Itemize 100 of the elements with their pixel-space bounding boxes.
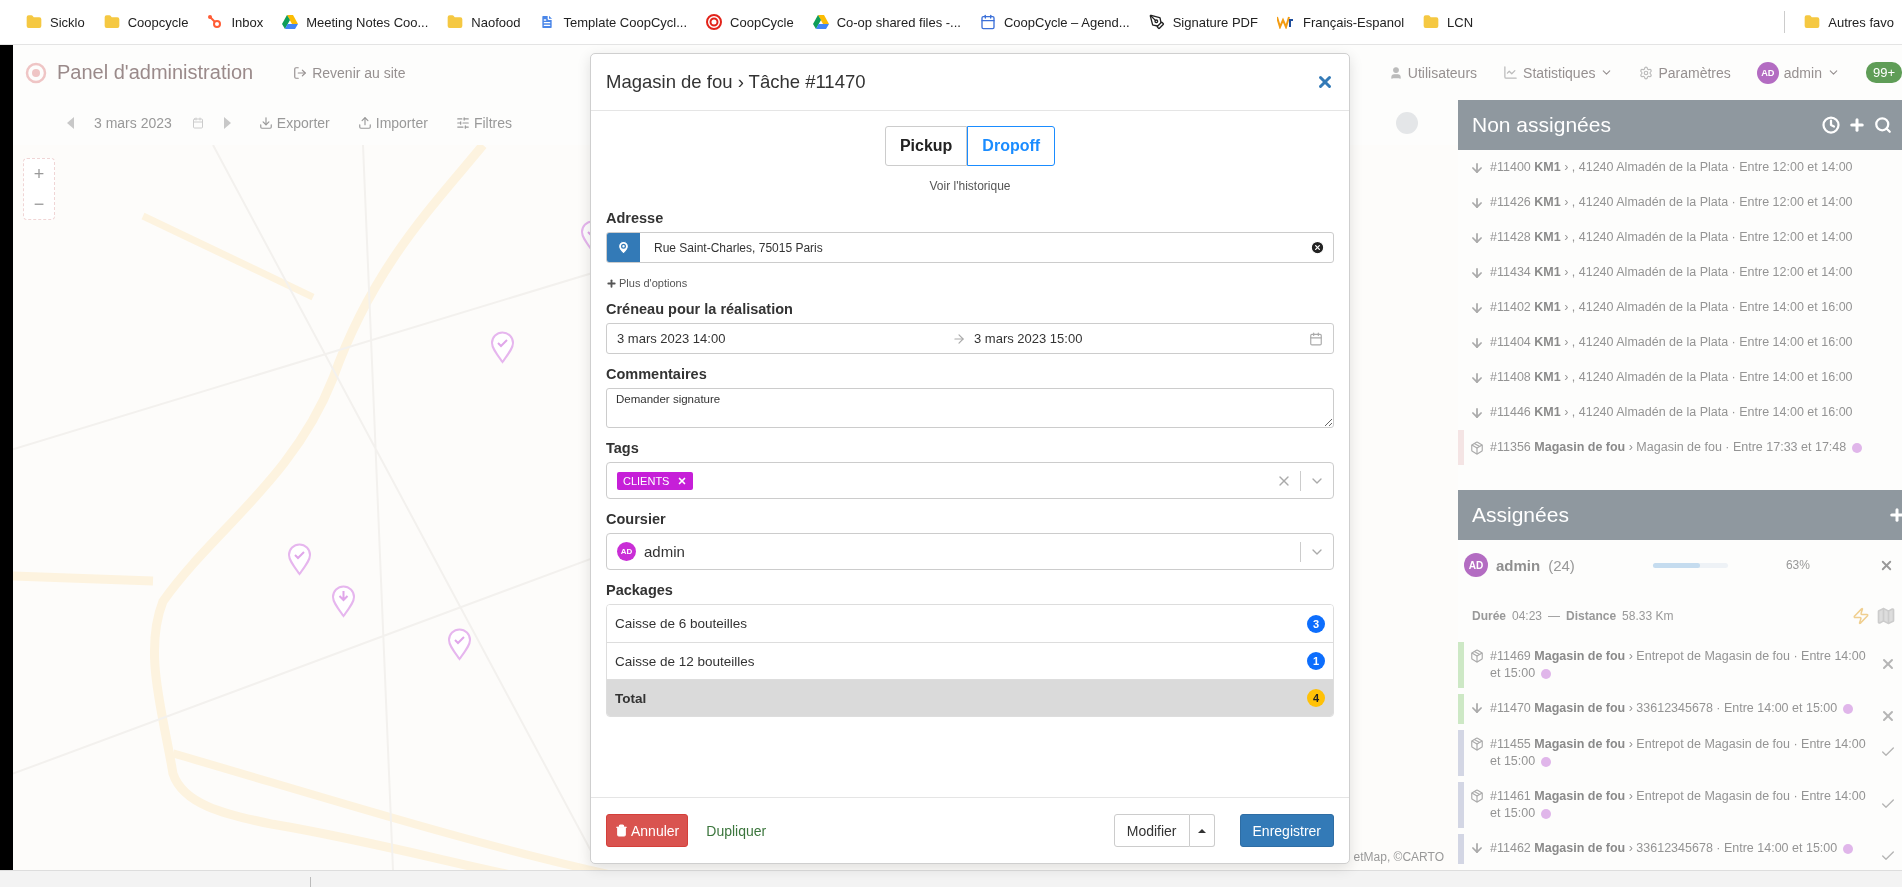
start-date-field[interactable]: 3 mars 2023 14:00 xyxy=(617,331,952,346)
field-label: Créneau pour la réalisation xyxy=(606,301,794,317)
add-icon[interactable] xyxy=(1888,506,1902,524)
bookmark-link[interactable]: CoopCycle xyxy=(706,14,794,30)
task-text: #11400 KM1 › , 41240 Almadén de la Plata · Entre 12:00 et 14:00 xyxy=(1490,159,1854,176)
bookmark-link[interactable]: CoopCycle – Agend... xyxy=(979,14,1130,30)
comment-field[interactable]: Demander signature xyxy=(606,388,1334,428)
task-row[interactable]: #11470 Magasin de fou › 33612345678 · Entre 14:00 et 15:00 xyxy=(1458,694,1902,724)
history-link[interactable]: Voir l'historique xyxy=(929,179,1011,193)
user-menu[interactable]: AD admin xyxy=(1756,61,1840,84)
tag-chip[interactable]: CLIENTS xyxy=(617,471,694,490)
logo-icon xyxy=(25,61,47,84)
end-date-field[interactable]: 3 mars 2023 15:00 xyxy=(974,331,1309,346)
calendar-icon[interactable] xyxy=(191,116,204,129)
duplicate-link[interactable]: Dupliquer xyxy=(706,822,767,839)
modify-button[interactable]: Modifier xyxy=(1113,814,1190,847)
folder-icon xyxy=(26,14,42,30)
bookmark-link[interactable]: Signature PDF xyxy=(1148,14,1258,30)
task-row[interactable]: #11462 Magasin de fou › 33612345678 · Entre 14:00 et 15:00 xyxy=(1458,834,1902,864)
bookmark-link[interactable]: Inbox xyxy=(207,14,264,30)
bookmark-link[interactable]: Co-op shared files -... xyxy=(812,14,961,30)
task-row[interactable]: #11400 KM1 › , 41240 Almadén de la Plata · Entre 12:00 et 14:00 xyxy=(1458,150,1902,185)
bookmark-link[interactable]: Sicklo xyxy=(26,14,85,30)
task-row[interactable]: #11455 Magasin de fou › Entrepot de Magasin de fou · Entre 14:00 et 15:00 xyxy=(1458,730,1902,776)
tab[interactable]: Dropoff xyxy=(967,126,1056,166)
pin-check-icon[interactable] xyxy=(490,331,515,364)
clear-icon[interactable] xyxy=(1310,240,1325,255)
task-row[interactable]: #11428 KM1 › , 41240 Almadén de la Plata · Entre 12:00 et 14:00 xyxy=(1458,220,1902,255)
stat-label: Distance xyxy=(1566,609,1617,623)
close-icon[interactable] xyxy=(1880,708,1896,724)
save-button[interactable]: Enregistrer xyxy=(1239,814,1334,847)
sprocket-logo-icon xyxy=(207,14,224,30)
pin-check-icon[interactable] xyxy=(287,543,312,576)
close-icon[interactable] xyxy=(1880,656,1896,672)
nav-link[interactable]: Utilisateurs xyxy=(1388,64,1478,81)
more-options-link[interactable]: Plus d'options xyxy=(606,277,1334,289)
bookmark-link[interactable]: Naofood xyxy=(447,14,521,30)
zoom-out-button[interactable]: − xyxy=(24,189,54,219)
folder-icon xyxy=(447,14,464,30)
chart-icon xyxy=(1503,65,1519,80)
calendar-icon[interactable] xyxy=(1309,331,1323,346)
task-row[interactable]: #11356 Magasin de fou › Magasin de fou · Entre 17:33 et 17:48 xyxy=(1458,430,1902,465)
map-icon[interactable] xyxy=(1876,606,1896,626)
pin-icon xyxy=(616,240,631,255)
panel-title: Non assignées xyxy=(1472,113,1611,137)
toolbar-button[interactable]: Filtres xyxy=(455,114,512,131)
plus-icon xyxy=(606,277,617,289)
bookmark-link[interactable]: Meeting Notes Coo... xyxy=(282,14,429,30)
task-row[interactable]: #11408 KM1 › , 41240 Almadén de la Plata · Entre 14:00 et 16:00 xyxy=(1458,360,1902,395)
bookmark-link[interactable]: Coopcycle xyxy=(103,14,189,30)
previous-day-icon[interactable] xyxy=(67,116,74,129)
task-row[interactable]: #11469 Magasin de fou › Entrepot de Magasin de fou · Entre 14:00 et 15:00 xyxy=(1458,642,1902,688)
bookmark-link[interactable]: Template CoopCycl... xyxy=(539,14,688,30)
user-avatar: AD xyxy=(1756,61,1779,84)
pin-check-icon[interactable] xyxy=(447,628,472,661)
toolbar-button[interactable]: Exporter xyxy=(258,114,330,131)
pin-arrow-icon[interactable] xyxy=(331,585,356,618)
upload-icon xyxy=(357,115,372,130)
task-text: #11426 KM1 › , 41240 Almadén de la Plata · Entre 12:00 et 14:00 xyxy=(1490,194,1854,211)
package-name: Total xyxy=(615,690,647,706)
wr-logo-icon xyxy=(1276,15,1295,29)
task-row[interactable]: #11434 KM1 › , 41240 Almadén de la Plata · Entre 12:00 et 14:00 xyxy=(1458,255,1902,290)
count-badge: 3 xyxy=(1307,614,1325,633)
close-button[interactable] xyxy=(1316,73,1334,91)
toolbar-button[interactable]: Importer xyxy=(357,114,428,131)
calendar-icon xyxy=(979,14,996,30)
task-text: #11461 Magasin de fou › Entrepot de Magasin de fou · Entre 14:00 et 15:00 xyxy=(1490,788,1867,822)
map-attribution: etMap, ©CARTO xyxy=(1353,850,1444,864)
bookmark-link[interactable]: Autres favo xyxy=(1804,14,1894,30)
panel-title: Assignées xyxy=(1472,503,1569,527)
add-icon[interactable] xyxy=(1848,116,1866,134)
back-link[interactable]: Revenir au site xyxy=(293,64,406,81)
clock-icon[interactable] xyxy=(1822,116,1840,134)
field-label: Adresse xyxy=(606,210,665,226)
courier-select[interactable]: admin xyxy=(644,543,1292,560)
sliders-icon xyxy=(455,115,470,130)
field-label: Tags xyxy=(606,440,640,456)
task-row[interactable]: #11402 KM1 › , 41240 Almadén de la Plata · Entre 14:00 et 16:00 xyxy=(1458,290,1902,325)
nav-link[interactable]: Statistiques xyxy=(1503,64,1614,81)
task-text: #11408 KM1 › , 41240 Almadén de la Plata · Entre 14:00 et 16:00 xyxy=(1490,369,1854,386)
task-text: #11356 Magasin de fou › Magasin de fou · Entre 17:33 et 17:48 xyxy=(1490,439,1896,456)
task-row[interactable]: #11461 Magasin de fou › Entrepot de Magasin de fou · Entre 14:00 et 15:00 xyxy=(1458,782,1902,828)
stat-label: Durée xyxy=(1472,609,1506,623)
task-text: #11455 Magasin de fou › Entrepot de Magasin de fou · Entre 14:00 et 15:00 xyxy=(1490,736,1867,770)
notification-badge[interactable]: 99+ xyxy=(1865,62,1902,83)
task-row[interactable]: #11404 KM1 › , 41240 Almadén de la Plata · Entre 14:00 et 16:00 xyxy=(1458,325,1902,360)
remove-icon[interactable] xyxy=(677,475,688,486)
nav-link[interactable]: Paramètres xyxy=(1639,64,1731,81)
lightning-icon[interactable] xyxy=(1852,607,1870,625)
cancel-button[interactable]: Annuler xyxy=(606,814,689,847)
task-row[interactable]: #11446 KM1 › , 41240 Almadén de la Plata · Entre 14:00 et 16:00 xyxy=(1458,395,1902,430)
next-day-icon[interactable] xyxy=(223,116,231,129)
dropdown-button[interactable] xyxy=(1189,814,1215,847)
search-icon[interactable] xyxy=(1874,116,1892,134)
tab[interactable]: Pickup xyxy=(884,126,968,166)
bookmark-link[interactable]: LCN xyxy=(1423,14,1474,30)
task-row[interactable]: #11426 KM1 › , 41240 Almadén de la Plata · Entre 12:00 et 14:00 xyxy=(1458,185,1902,220)
courier-avatar: AD xyxy=(1464,553,1488,577)
bookmark-link[interactable]: Français-Espanol xyxy=(1276,14,1405,30)
zoom-in-button[interactable]: + xyxy=(24,159,54,189)
